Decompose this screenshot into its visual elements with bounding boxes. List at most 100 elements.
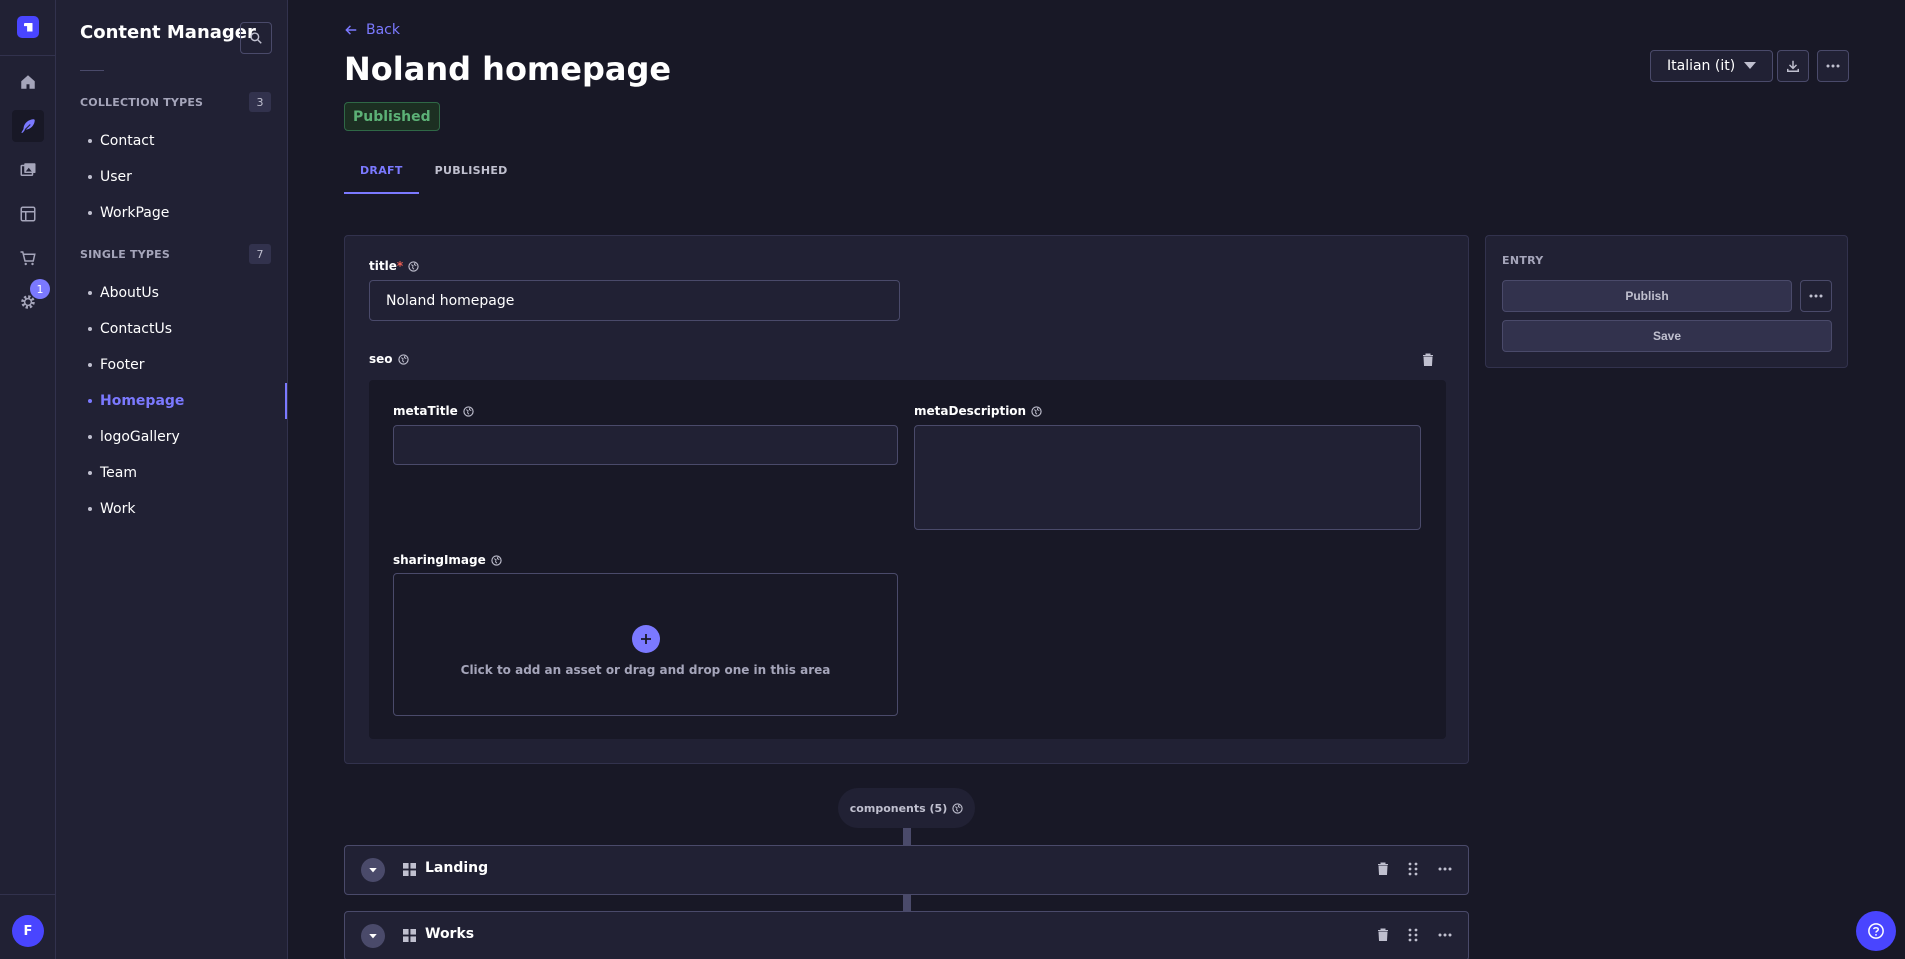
sidebar-search-button[interactable]	[240, 22, 272, 54]
globe-icon	[952, 802, 963, 814]
more-horizontal-icon	[1809, 294, 1823, 298]
drag-handle-icon[interactable]	[1408, 862, 1418, 876]
seo-component-label: seo	[369, 352, 409, 366]
sidebar-item-work[interactable]: Work	[88, 498, 288, 520]
component-connector	[903, 895, 911, 911]
home-icon[interactable]	[12, 66, 44, 98]
bullet-icon	[88, 175, 92, 179]
sidebar-item-label: logoGallery	[100, 429, 180, 445]
active-item-indicator	[285, 383, 287, 419]
trash-icon[interactable]	[1377, 928, 1389, 941]
locale-select[interactable]: Italian (it)	[1650, 50, 1773, 82]
back-label: Back	[366, 22, 400, 38]
caret-down-icon	[369, 933, 377, 938]
meta-title-input[interactable]	[393, 425, 898, 465]
content-type-builder-icon[interactable]	[12, 198, 44, 230]
component-row-landing[interactable]: Landing	[344, 845, 1469, 895]
component-name: Landing	[425, 860, 489, 876]
more-horizontal-icon	[1826, 64, 1840, 68]
meta-title-label: metaTitle	[393, 404, 474, 418]
sharing-image-dropzone[interactable]: Click to add an asset or drag and drop o…	[393, 573, 898, 716]
component-connector	[903, 828, 911, 845]
sidebar-item-label: User	[100, 169, 132, 185]
arrow-left-icon	[345, 25, 357, 35]
globe-icon	[491, 554, 502, 566]
sidebar-item-homepage[interactable]: Homepage	[88, 390, 288, 412]
meta-description-textarea[interactable]	[914, 425, 1421, 530]
entry-panel-label: ENTRY	[1502, 254, 1544, 267]
entry-more-button[interactable]	[1800, 280, 1832, 312]
status-badge: Published	[344, 102, 440, 131]
title-field-label: title *	[369, 259, 419, 273]
rail-divider	[0, 55, 56, 56]
main-nav-rail: 1 F	[0, 0, 56, 959]
meta-description-label: metaDescription	[914, 404, 1042, 418]
back-link[interactable]: Back	[344, 22, 400, 38]
more-horizontal-icon[interactable]	[1438, 867, 1452, 871]
sidebar-item-label: ContactUs	[100, 321, 173, 337]
globe-icon	[397, 353, 409, 365]
publish-button[interactable]: Publish	[1502, 280, 1792, 312]
sidebar-item-contactus[interactable]: ContactUs	[88, 318, 288, 340]
sidebar-item-footer[interactable]: Footer	[88, 354, 288, 376]
sidebar-item-label: Footer	[100, 357, 145, 373]
strapi-logo-icon[interactable]	[17, 16, 39, 38]
globe-icon	[1031, 405, 1042, 417]
sidebar-item-aboutus[interactable]: AboutUs	[88, 282, 288, 304]
settings-notification-badge: 1	[30, 279, 50, 299]
bullet-icon	[88, 139, 92, 143]
bullet-icon	[88, 471, 92, 475]
sharing-image-label: sharingImage	[393, 553, 502, 567]
grid-icon	[403, 929, 416, 942]
sidebar-divider	[80, 70, 104, 71]
component-row-works[interactable]: Works	[344, 911, 1469, 959]
title-label-text: title	[369, 259, 397, 273]
single-types-count: 7	[249, 244, 271, 264]
more-horizontal-icon[interactable]	[1438, 933, 1452, 937]
sidebar-item-user[interactable]: User	[88, 166, 288, 188]
bullet-icon	[88, 327, 92, 331]
bullet-icon	[88, 507, 92, 511]
sidebar-title: Content Manager	[80, 22, 256, 43]
tab-draft[interactable]: DRAFT	[344, 160, 419, 194]
sidebar-item-label: Team	[100, 465, 138, 481]
sidebar-item-label: Contact	[100, 133, 155, 149]
download-button[interactable]	[1777, 50, 1809, 82]
expand-toggle-button[interactable]	[361, 858, 385, 882]
search-icon	[250, 32, 262, 44]
title-input[interactable]: Noland homepage	[369, 280, 900, 321]
media-library-icon[interactable]	[12, 154, 44, 186]
seo-component-box: metaTitle metaDescription sharingImage C…	[369, 380, 1446, 739]
single-types-heading[interactable]: SINGLE TYPES	[80, 248, 170, 261]
globe-icon	[408, 260, 419, 272]
delete-seo-button[interactable]	[1422, 351, 1434, 370]
marketplace-cart-icon[interactable]	[12, 242, 44, 274]
dropzone-hint: Click to add an asset or drag and drop o…	[460, 662, 831, 677]
user-avatar[interactable]: F	[12, 915, 44, 947]
sidebar-item-workpage[interactable]: WorkPage	[88, 202, 288, 224]
content-manager-feather-icon[interactable]	[12, 110, 44, 142]
components-label-text: components (5)	[849, 801, 948, 815]
version-tabs: DRAFT PUBLISHED	[344, 160, 524, 194]
download-icon	[1787, 60, 1799, 72]
tab-published[interactable]: PUBLISHED	[419, 160, 524, 194]
sidebar-item-logogallery[interactable]: logoGallery	[88, 426, 288, 448]
collection-types-heading[interactable]: COLLECTION TYPES	[80, 96, 203, 109]
more-actions-button[interactable]	[1817, 50, 1849, 82]
sidebar-item-label: Homepage	[100, 393, 185, 409]
sidebar-item-label: WorkPage	[100, 205, 170, 221]
bullet-icon	[88, 211, 92, 215]
grid-icon	[403, 863, 416, 876]
help-button[interactable]	[1856, 911, 1896, 951]
plus-circle-icon[interactable]	[631, 624, 660, 653]
drag-handle-icon[interactable]	[1408, 928, 1418, 942]
globe-icon	[463, 405, 474, 417]
rail-divider-bottom	[0, 894, 56, 895]
sidebar-item-contact[interactable]: Contact	[88, 130, 288, 152]
sidebar-item-team[interactable]: Team	[88, 462, 288, 484]
save-button[interactable]: Save	[1502, 320, 1832, 352]
caret-down-icon	[369, 867, 377, 872]
trash-icon[interactable]	[1377, 862, 1389, 875]
entry-panel: ENTRY Publish Save	[1485, 235, 1848, 368]
expand-toggle-button[interactable]	[361, 924, 385, 948]
